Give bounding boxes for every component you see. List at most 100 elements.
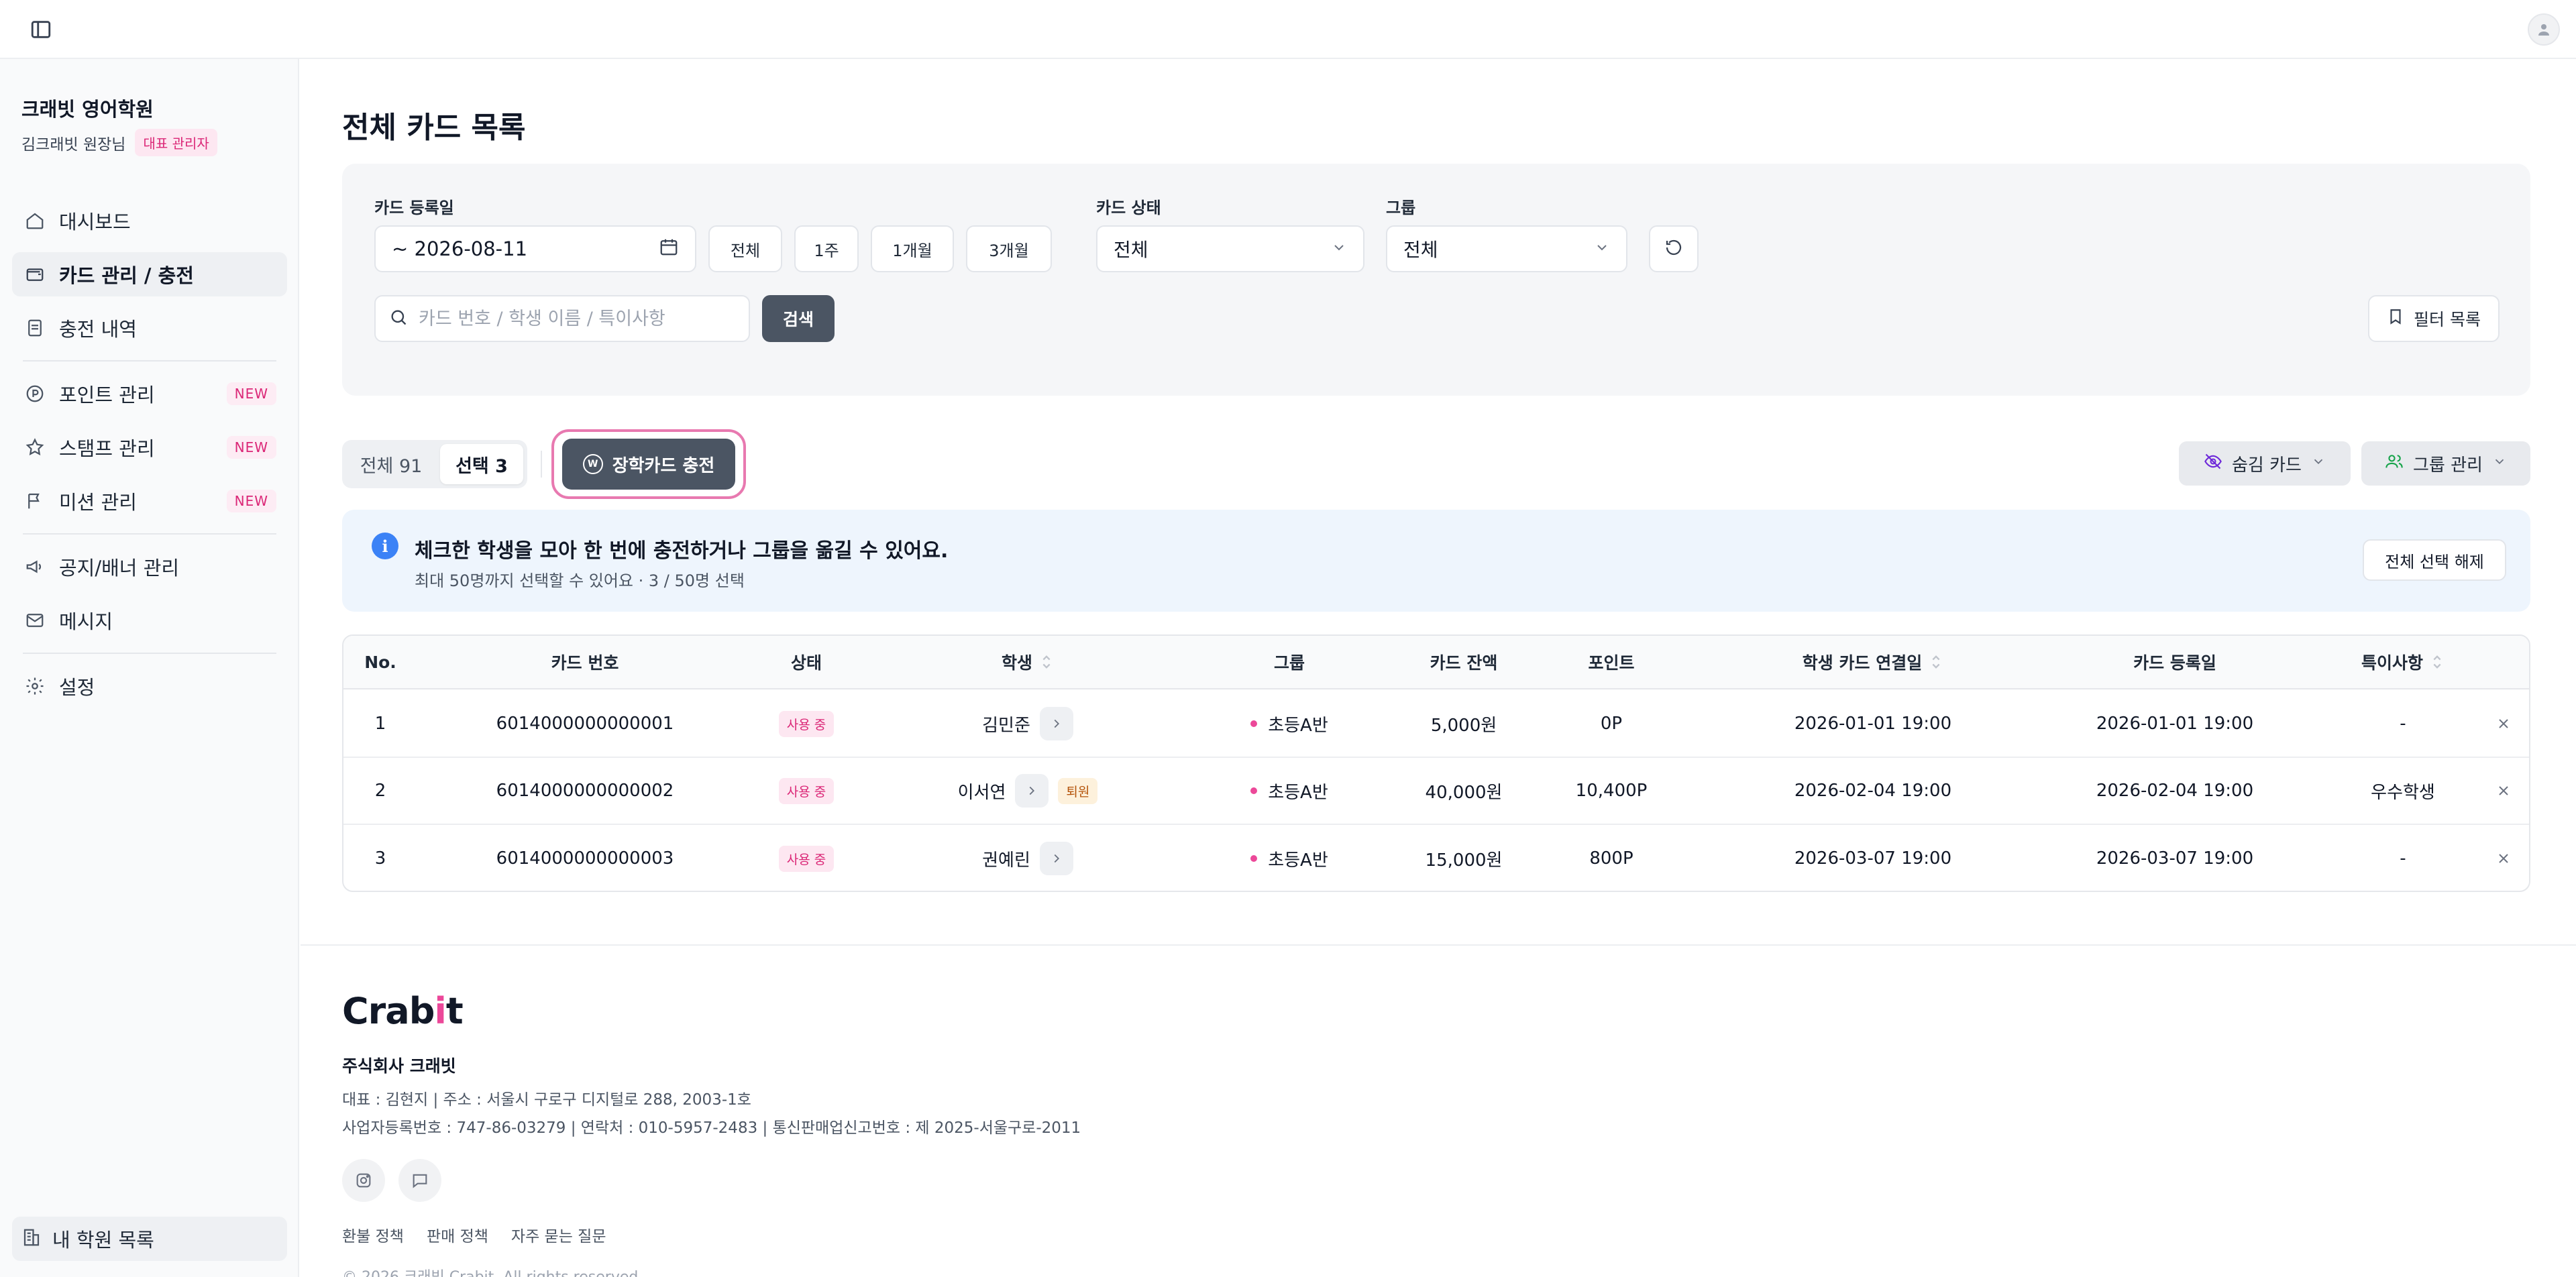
date-range-input[interactable]: ~ 2026-08-11 <box>374 225 696 272</box>
tab-all[interactable]: 전체 91 <box>346 444 436 484</box>
table-row[interactable]: 1 6014000000000001 사용 중 김민준 초등A반 5,000원 … <box>343 691 2529 758</box>
cell-no: 1 <box>374 714 386 734</box>
new-badge: NEW <box>226 490 276 512</box>
reset-filters-button[interactable] <box>1649 225 1699 272</box>
group-select[interactable]: 전체 <box>1386 225 1627 272</box>
hidden-cards-button[interactable]: 숨김 카드 <box>2179 441 2351 486</box>
cell-remove <box>2490 691 2517 757</box>
status-badge: 사용 중 <box>778 710 835 737</box>
footer: Crabit 주식회사 크래빗 대표 : 김현지 | 주소 : 서울시 구로구 … <box>301 944 2576 1277</box>
copyright: © 2026 크래빗 Crabit. All rights reserved. <box>342 1265 643 1277</box>
refund-policy-link[interactable]: 환불 정책 <box>342 1223 404 1246</box>
cards-table: No. 카드 번호 상태 학생 그룹 카드 잔액 포인트 학생 카드 연결일 카… <box>342 634 2530 892</box>
group-name: 초등A반 <box>1268 850 1328 871</box>
sort-icon <box>2430 653 2445 671</box>
search-button[interactable]: 검색 <box>762 295 835 342</box>
cell-status: 사용 중 <box>746 758 867 824</box>
close-icon[interactable] <box>2492 712 2515 735</box>
group-select-value: 전체 <box>1403 239 1438 261</box>
cell-balance: 5,000원 <box>1430 715 1497 736</box>
sidebar-item-charge-history[interactable]: 충전 내역 <box>12 306 287 350</box>
range-3month-button[interactable]: 3개월 <box>966 225 1052 272</box>
sidebar-item-card-management[interactable]: 카드 관리 / 충전 <box>12 252 287 296</box>
table-row[interactable]: 3 6014000000000003 사용 중 권예린 초등A반 15,000원… <box>343 825 2529 891</box>
group-dot <box>1250 855 1258 862</box>
date-value: ~ 2026-08-11 <box>392 237 528 260</box>
header-group: 그룹 <box>1273 653 1305 673</box>
filter-panel: 카드 등록일 ~ 2026-08-11 전체 1주 1개월 3개월 카드 상태 … <box>342 164 2530 396</box>
tab-selected[interactable]: 선택 3 <box>440 444 523 484</box>
cell-remove <box>2490 758 2517 824</box>
cell-balance: 15,000원 <box>1425 850 1503 871</box>
range-all-button[interactable]: 전체 <box>708 225 782 272</box>
scholarship-charge-button[interactable]: W 장학카드 충전 <box>562 439 735 490</box>
sidebar-toggle-icon[interactable] <box>28 17 54 42</box>
range-1month-button[interactable]: 1개월 <box>871 225 954 272</box>
crabit-logo: Crabit <box>342 990 464 1032</box>
chevron-down-icon <box>2492 453 2507 474</box>
wallet-icon <box>23 262 47 286</box>
cell-balance: 40,000원 <box>1425 782 1503 803</box>
selection-segmented-control: 전체 91 선택 3 <box>342 440 527 488</box>
sidebar-item-dashboard[interactable]: 대시보드 <box>12 199 287 243</box>
sidebar-item-stamps[interactable]: 스탬프 관리 NEW <box>12 425 287 469</box>
faq-link[interactable]: 자주 묻는 질문 <box>511 1223 606 1246</box>
deselect-all-button[interactable]: 전체 선택 해제 <box>2363 539 2506 581</box>
building-icon <box>21 1227 42 1250</box>
cell-linked-date: 2026-02-04 19:00 <box>1794 781 1952 801</box>
header-student[interactable]: 학생 <box>927 636 1128 688</box>
sidebar-item-missions[interactable]: 미션 관리 NEW <box>12 479 287 523</box>
sidebar-item-settings[interactable]: 설정 <box>12 664 287 708</box>
sidebar-item-label: 설정 <box>59 676 95 699</box>
user-avatar-icon[interactable] <box>2528 13 2560 46</box>
header-student-label: 학생 <box>1001 653 1032 673</box>
chevron-right-icon[interactable] <box>1039 707 1073 740</box>
chevron-right-icon[interactable] <box>1039 842 1073 875</box>
cell-linked-date: 2026-01-01 19:00 <box>1794 714 1952 734</box>
page-title: 전체 카드 목록 <box>342 111 526 145</box>
sidebar-item-notices[interactable]: 공지/배너 관리 <box>12 545 287 589</box>
sidebar-item-points[interactable]: 포인트 관리 NEW <box>12 372 287 416</box>
chevron-down-icon <box>2311 453 2326 474</box>
chevron-right-icon[interactable] <box>1015 774 1049 808</box>
status-label: 카드 상태 <box>1096 199 1161 217</box>
sidebar-item-label: 메시지 <box>59 610 113 633</box>
cell-registered: 2026-02-04 19:00 <box>2096 781 2254 801</box>
reg-date-label: 카드 등록일 <box>374 199 454 217</box>
sales-policy-link[interactable]: 판매 정책 <box>427 1223 488 1246</box>
close-icon[interactable] <box>2492 779 2515 802</box>
cell-card-number: 6014000000000001 <box>496 714 674 734</box>
cell-remove <box>2490 825 2517 891</box>
header-note[interactable]: 특이사항 <box>2302 636 2504 688</box>
sidebar-item-messages[interactable]: 메시지 <box>12 598 287 643</box>
search-input[interactable] <box>419 308 734 329</box>
search-input-wrapper[interactable] <box>374 295 750 342</box>
header-balance: 카드 잔액 <box>1430 653 1498 673</box>
cell-student: 김민준 <box>927 691 1128 757</box>
range-1week-button[interactable]: 1주 <box>794 225 859 272</box>
status-select[interactable]: 전체 <box>1096 225 1364 272</box>
chat-icon[interactable] <box>398 1159 441 1202</box>
my-academies-button[interactable]: 내 학원 목록 <box>12 1217 287 1261</box>
sidebar-item-label: 대시보드 <box>59 211 131 233</box>
calendar-icon[interactable] <box>659 237 679 262</box>
sidebar-item-label: 공지/배너 관리 <box>59 557 180 579</box>
cell-points: 10,400P <box>1575 781 1648 801</box>
org-name: 크래빗 영어학원 <box>21 98 154 121</box>
sort-icon <box>1929 653 1943 671</box>
header-linked-label: 학생 카드 연결일 <box>1802 653 1923 673</box>
cell-student: 이서연 퇴원 <box>927 758 1128 824</box>
eye-off-icon <box>2204 452 2222 476</box>
group-management-button[interactable]: 그룹 관리 <box>2361 441 2530 486</box>
close-icon[interactable] <box>2492 847 2515 870</box>
instagram-icon[interactable] <box>342 1159 385 1202</box>
header-linked-date[interactable]: 학생 카드 연결일 <box>1739 636 2007 688</box>
star-icon <box>23 435 47 459</box>
table-row[interactable]: 2 6014000000000002 사용 중 이서연 퇴원 초등A반 40,0… <box>343 758 2529 825</box>
student-name: 김민준 <box>982 715 1030 736</box>
filter-list-button[interactable]: 필터 목록 <box>2368 295 2500 342</box>
main-content: 전체 카드 목록 카드 등록일 ~ 2026-08-11 전체 1주 1개월 3… <box>301 59 2576 1277</box>
group-label: 그룹 <box>1386 199 1416 217</box>
megaphone-icon <box>23 555 47 579</box>
header-note-label: 특이사항 <box>2361 653 2423 673</box>
